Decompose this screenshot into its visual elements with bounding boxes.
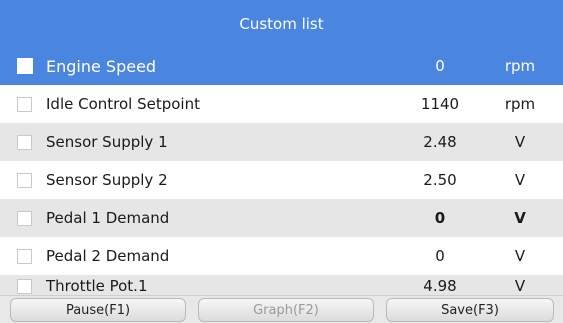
list-item-idle-control-setpoint[interactable]: Idle Control Setpoint 1140 rpm — [0, 85, 563, 123]
row-checkbox[interactable] — [17, 248, 32, 264]
item-unit: V — [514, 247, 526, 265]
pause-button[interactable]: Pause(F1) — [10, 298, 186, 322]
data-list[interactable]: Engine Speed 0 rpm Idle Control Setpoint… — [0, 47, 563, 295]
row-checkbox[interactable] — [17, 279, 32, 294]
list-item-engine-speed[interactable]: Engine Speed 0 rpm — [0, 47, 563, 85]
item-name: Idle Control Setpoint — [46, 95, 200, 113]
item-value: 0 — [434, 209, 446, 227]
item-value: 0 — [435, 247, 445, 265]
item-unit: V — [514, 171, 526, 189]
page-title: Custom list — [239, 14, 324, 33]
item-name: Pedal 2 Demand — [46, 247, 170, 265]
row-checkbox[interactable] — [17, 210, 32, 226]
save-button[interactable]: Save(F3) — [386, 298, 554, 322]
graph-button[interactable]: Graph(F2) — [198, 298, 374, 322]
list-item-sensor-supply-2[interactable]: Sensor Supply 2 2.50 V — [0, 161, 563, 199]
item-unit: V — [514, 277, 526, 295]
row-checkbox[interactable] — [17, 58, 33, 74]
item-name: Sensor Supply 1 — [46, 133, 168, 151]
row-checkbox[interactable] — [17, 96, 32, 112]
item-name: Engine Speed — [46, 56, 157, 76]
list-item-sensor-supply-1[interactable]: Sensor Supply 1 2.48 V — [0, 123, 563, 161]
item-value: 2.48 — [423, 133, 457, 151]
row-checkbox[interactable] — [17, 134, 32, 150]
item-name: Throttle Pot.1 — [46, 277, 148, 295]
item-name: Sensor Supply 2 — [46, 171, 168, 189]
list-item-throttle-pot-1[interactable]: Throttle Pot.1 4.98 V — [0, 275, 563, 295]
item-unit: rpm — [504, 95, 536, 113]
list-item-pedal-2-demand[interactable]: Pedal 2 Demand 0 V — [0, 237, 563, 275]
item-unit: V — [514, 133, 526, 151]
item-value: 4.98 — [423, 277, 457, 295]
item-unit: V — [514, 209, 526, 227]
item-value: 0 — [435, 57, 445, 75]
item-value: 1140 — [420, 95, 460, 113]
bottom-toolbar: Pause(F1) Graph(F2) Save(F3) — [0, 295, 563, 323]
row-checkbox[interactable] — [17, 172, 32, 188]
item-unit: rpm — [504, 57, 536, 75]
list-item-pedal-1-demand[interactable]: Pedal 1 Demand 0 V — [0, 199, 563, 237]
item-name: Pedal 1 Demand — [46, 209, 170, 227]
title-bar: Custom list — [0, 0, 563, 47]
item-value: 2.50 — [423, 171, 457, 189]
